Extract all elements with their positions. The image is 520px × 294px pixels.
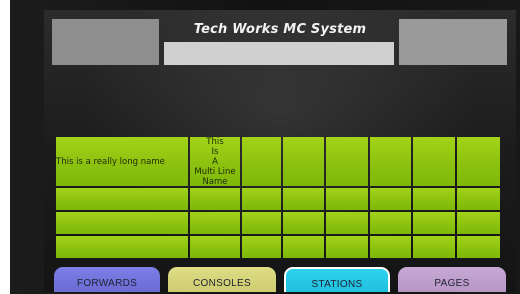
grid-button[interactable] bbox=[190, 236, 240, 258]
grid-button[interactable] bbox=[326, 236, 368, 258]
grid-button[interactable]: This Is A Multi Line Name bbox=[190, 137, 240, 186]
grid-button[interactable] bbox=[283, 236, 324, 258]
search-input[interactable] bbox=[164, 42, 394, 65]
grid-button[interactable] bbox=[413, 236, 455, 258]
grid-button[interactable] bbox=[242, 212, 281, 234]
button-grid: This is a really long name This Is A Mul… bbox=[56, 137, 502, 258]
grid-button[interactable] bbox=[242, 188, 281, 210]
grid-button[interactable]: This is a really long name bbox=[56, 137, 188, 186]
grid-button[interactable] bbox=[457, 137, 500, 186]
app-title: Tech Works MC System bbox=[193, 22, 367, 37]
grid-button[interactable] bbox=[56, 188, 188, 210]
grid-button[interactable] bbox=[413, 212, 455, 234]
tab-stations[interactable]: STATIONS bbox=[284, 267, 390, 292]
grid-button[interactable] bbox=[457, 236, 500, 258]
grid-button[interactable] bbox=[413, 137, 455, 186]
grid-button[interactable] bbox=[370, 212, 411, 234]
grid-button[interactable] bbox=[326, 188, 368, 210]
grid-button[interactable] bbox=[283, 137, 324, 186]
tab-forwards[interactable]: FORWARDS bbox=[54, 267, 160, 292]
grid-button[interactable] bbox=[413, 188, 455, 210]
grid-button[interactable] bbox=[326, 137, 368, 186]
grid-button[interactable] bbox=[370, 236, 411, 258]
grid-button[interactable] bbox=[56, 212, 188, 234]
bottom-tab-bar: FORWARDS CONSOLES STATIONS PAGES bbox=[44, 267, 516, 292]
grid-button[interactable] bbox=[283, 188, 324, 210]
tab-consoles[interactable]: CONSOLES bbox=[168, 267, 276, 292]
touch-screen: Tech Works MC System This is a really lo… bbox=[44, 10, 516, 292]
grid-button[interactable] bbox=[242, 236, 281, 258]
grid-button[interactable] bbox=[190, 188, 240, 210]
grid-button[interactable] bbox=[457, 188, 500, 210]
grid-button[interactable] bbox=[326, 212, 368, 234]
grid-button[interactable] bbox=[242, 137, 281, 186]
grid-button[interactable] bbox=[370, 137, 411, 186]
grid-button[interactable] bbox=[370, 188, 411, 210]
grid-button[interactable] bbox=[56, 236, 188, 258]
grid-button[interactable] bbox=[190, 212, 240, 234]
tab-pages[interactable]: PAGES bbox=[398, 267, 506, 292]
grid-button[interactable] bbox=[283, 212, 324, 234]
device-bezel: Tech Works MC System This is a really lo… bbox=[10, 0, 520, 294]
grid-button[interactable] bbox=[457, 212, 500, 234]
